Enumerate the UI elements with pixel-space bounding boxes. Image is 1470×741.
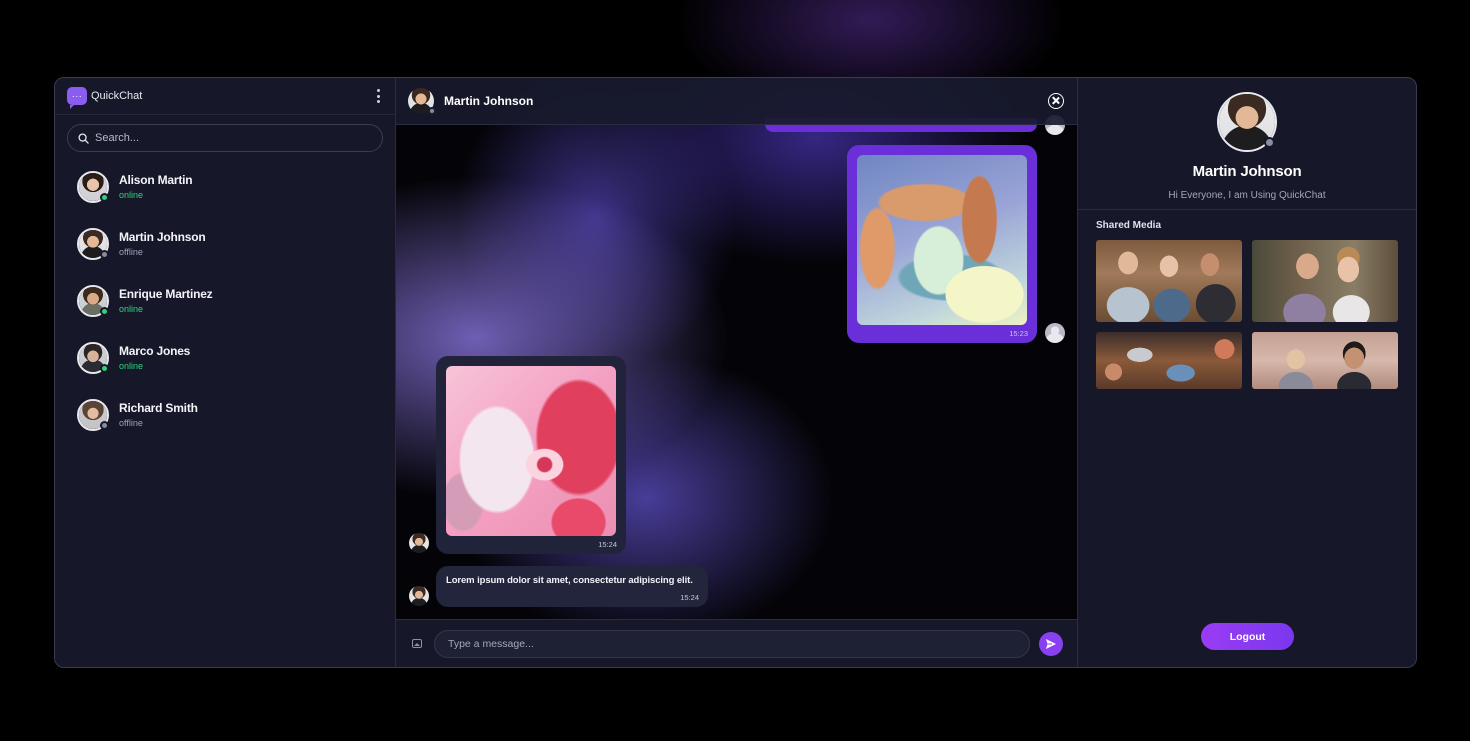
profile-name: Martin Johnson: [1192, 163, 1302, 180]
shared-media-item[interactable]: [1252, 240, 1398, 322]
contact-item-marco-jones[interactable]: Marco Jones online: [55, 329, 395, 386]
avatar: [77, 284, 109, 317]
profile-panel: Martin Johnson Hi Everyone, I am Using Q…: [1077, 78, 1416, 667]
contact-status: online: [119, 361, 144, 371]
contact-name: Richard Smith: [119, 401, 198, 415]
image-icon[interactable]: [412, 639, 422, 648]
chat-panel: Martin Johnson 15:23 15:24 Lorem ipsum d…: [396, 78, 1077, 667]
avatar: [77, 398, 109, 431]
avatar: [408, 88, 436, 115]
status-dot: [100, 192, 109, 202]
message-image-received: 15:24: [436, 356, 626, 554]
message-time: 15:24: [680, 593, 699, 602]
contact-name: Enrique Martinez: [119, 287, 213, 301]
logout-button[interactable]: Logout: [1201, 623, 1294, 650]
search-icon: [78, 132, 89, 144]
message-time: 15:24: [598, 540, 617, 549]
contact-status: online: [119, 190, 144, 200]
avatar: [409, 533, 429, 553]
status-dot: [100, 306, 109, 316]
contact-item-alison-martin[interactable]: Alison Martin online: [55, 158, 395, 215]
sidebar: ··· QuickChat Alison Martin online: [55, 78, 396, 667]
app-title: QuickChat: [91, 90, 143, 102]
send-button[interactable]: [1039, 631, 1063, 656]
contact-item-richard-smith[interactable]: Richard Smith offline: [55, 386, 395, 443]
avatar: [409, 586, 429, 606]
message-image-sent: 15:23: [847, 145, 1037, 343]
avatar: [77, 170, 109, 203]
contact-status: offline: [119, 247, 143, 257]
status-dot: [1264, 137, 1275, 148]
message-input[interactable]: [434, 629, 1030, 658]
profile-avatar: [1217, 92, 1277, 152]
chat-header: Martin Johnson: [396, 78, 1077, 125]
send-icon: [1046, 638, 1056, 649]
message-composer: [396, 619, 1077, 667]
contact-item-enrique-martinez[interactable]: Enrique Martinez online: [55, 272, 395, 329]
sidebar-header: ··· QuickChat: [55, 78, 395, 115]
shared-media-grid: [1096, 240, 1398, 389]
kebab-menu-icon[interactable]: [373, 89, 383, 103]
profile-bio: Hi Everyone, I am Using QuickChat: [1168, 190, 1326, 201]
close-icon[interactable]: [1048, 93, 1064, 109]
contact-item-martin-johnson[interactable]: Martin Johnson offline: [55, 215, 395, 272]
search-input[interactable]: [95, 132, 355, 144]
avatar: [77, 341, 109, 374]
contact-status: online: [119, 304, 144, 314]
contact-list: Alison Martin online Martin Johnson offl…: [55, 158, 395, 443]
chat-contact-name: Martin Johnson: [444, 94, 534, 108]
avatar: [77, 227, 109, 260]
status-dot: [428, 107, 436, 115]
message-text-received: Lorem ipsum dolor sit amet, consectetur …: [436, 566, 708, 607]
shared-media-item[interactable]: [1096, 240, 1242, 322]
status-dot: [100, 249, 109, 259]
contact-name: Alison Martin: [119, 173, 193, 187]
avatar: [1045, 323, 1065, 343]
app-window: ··· QuickChat Alison Martin online: [54, 77, 1417, 668]
message-text: Lorem ipsum dolor sit amet, consectetur …: [446, 575, 693, 586]
shared-image[interactable]: [857, 155, 1027, 325]
message-time: 15:23: [1009, 329, 1028, 338]
contact-name: Marco Jones: [119, 344, 191, 358]
status-dot: [100, 363, 109, 373]
contact-status: offline: [119, 418, 143, 428]
shared-media-title: Shared Media: [1096, 220, 1162, 231]
status-dot: [100, 420, 109, 430]
contact-name: Martin Johnson: [119, 230, 206, 244]
chat-bubble-icon: ···: [67, 87, 87, 109]
search-box: [67, 124, 383, 152]
shared-media-item[interactable]: [1252, 332, 1398, 389]
divider: [1078, 209, 1416, 210]
shared-image[interactable]: [446, 366, 616, 536]
shared-media-item[interactable]: [1096, 332, 1242, 389]
